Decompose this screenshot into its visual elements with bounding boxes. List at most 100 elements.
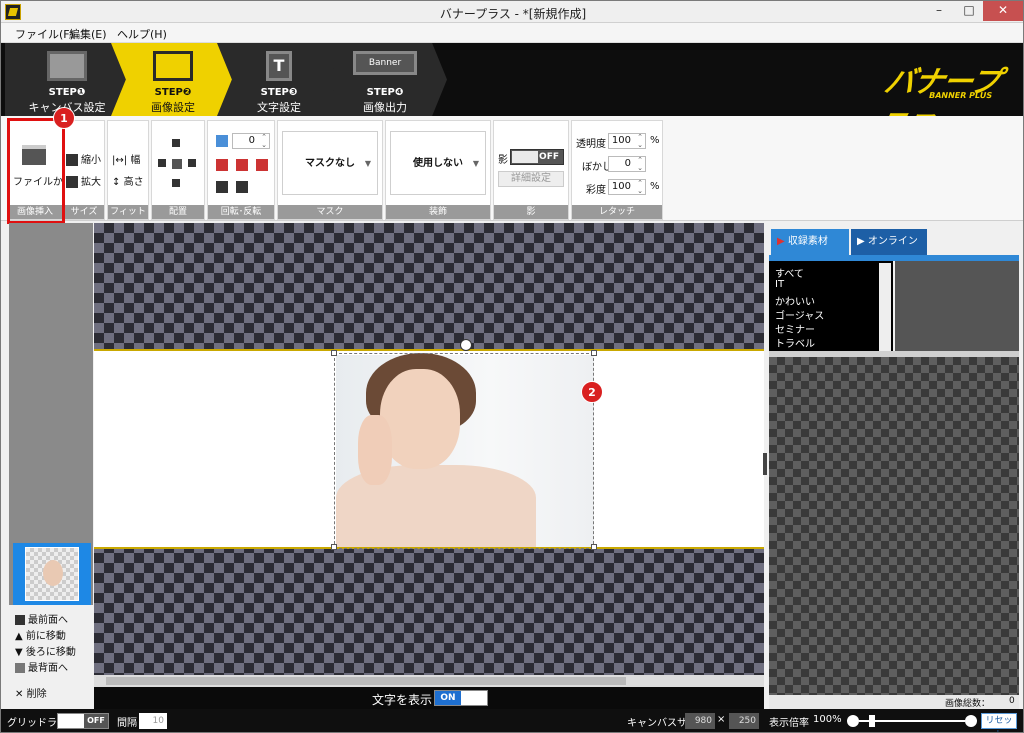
menu-help[interactable]: ヘルプ(H)	[117, 26, 167, 42]
shadow-title: 影	[498, 155, 508, 166]
list-item[interactable]: IT	[775, 279, 784, 290]
layer-thumbnail-selected[interactable]	[13, 543, 91, 605]
canvas-size-times: ×	[717, 714, 726, 725]
panel-splitter-handle[interactable]	[763, 453, 767, 475]
enlarge-button[interactable]: 拡大	[66, 173, 101, 188]
step-label: 画像出力	[363, 101, 407, 114]
flip-horizontal-button[interactable]	[216, 181, 228, 193]
move-backward-button[interactable]: ▼ 後ろに移動	[15, 643, 76, 658]
rotate-icon	[216, 135, 228, 147]
list-item[interactable]: かわいい	[775, 293, 815, 308]
image-count: 画像総数： 0	[769, 695, 1019, 709]
category-list[interactable]: すべて IT かわいい ゴージャス セミナー トラベル	[769, 261, 893, 351]
play-icon: ▶	[857, 236, 865, 247]
grid-line-toggle[interactable]	[57, 713, 109, 729]
zoom-in-icon	[965, 715, 977, 727]
group-decoration: 使用しない ▼ 装飾	[385, 120, 491, 220]
play-icon: ▶	[777, 236, 785, 247]
forward-icon: ▲	[15, 631, 23, 642]
resize-handle[interactable]	[331, 544, 337, 550]
material-panel: ▶ 収録素材 ▶ オンライン すべて IT かわいい ゴージャス セミナー トラ…	[769, 223, 1019, 709]
tab-built-in-materials[interactable]: ▶ 収録素材	[771, 229, 849, 255]
canvas-area[interactable]: 2	[94, 223, 764, 675]
shrink-button[interactable]: 縮小	[66, 151, 101, 166]
group-shadow: 影 OFF 詳細設定 影	[493, 120, 569, 220]
decoration-dropdown[interactable]: 使用しない ▼	[390, 131, 486, 195]
blur-input[interactable]: 0	[608, 156, 646, 172]
status-bar: グリッドライン 間隔 10 キャンバスサイズ 980 × 250 表示倍率 10…	[1, 709, 1023, 732]
delete-button[interactable]: ✕ 削除	[15, 685, 47, 700]
group-label: 配置	[152, 205, 204, 219]
align-left-button[interactable]	[158, 159, 166, 167]
text-icon: T	[266, 51, 292, 81]
align-top-button[interactable]	[172, 139, 180, 147]
zoom-slider[interactable]	[847, 715, 977, 727]
mask-dropdown[interactable]: マスクなし ▼	[282, 131, 378, 195]
material-gallery[interactable]	[769, 357, 1019, 695]
text-display-label: 文字を表示	[372, 693, 433, 707]
maximize-button[interactable]: □	[955, 1, 983, 21]
window-title: バナープラス - *[新規作成]	[439, 7, 587, 21]
fit-width-button[interactable]: |↔| 幅	[112, 151, 140, 166]
align-bottom-button[interactable]	[172, 179, 180, 187]
callout-badge-1: 1	[53, 107, 75, 129]
selection-box	[334, 353, 594, 549]
zoom-label: 表示倍率	[769, 718, 809, 729]
layer-operations: 最前面へ ▲ 前に移動 ▼ 後ろに移動 最背面へ ✕ 削除	[9, 605, 93, 707]
layer-thumbnail	[25, 547, 79, 601]
saturation-input[interactable]: 100	[608, 179, 646, 195]
list-item[interactable]: トラベル	[775, 335, 815, 350]
banner-plus-logo: バナープラス BANNER PLUS	[872, 65, 1003, 144]
opacity-input[interactable]: 100	[608, 133, 646, 149]
rotate-angle-input[interactable]: 0	[232, 133, 270, 149]
group-label: サイズ	[64, 205, 104, 219]
list-item[interactable]: セミナー	[775, 321, 815, 336]
step-4-output[interactable]: Banner STEP❹ 画像出力	[323, 43, 447, 116]
rotate-left-button[interactable]	[216, 159, 228, 171]
group-fit: |↔| 幅 ↕ 高さ フィット	[107, 120, 149, 220]
align-right-button[interactable]	[188, 159, 196, 167]
flip-vertical-button[interactable]	[236, 181, 248, 193]
shrink-icon	[66, 154, 78, 166]
tab-online[interactable]: ▶ オンライン	[851, 229, 927, 255]
category-preview	[895, 261, 1019, 351]
image-count-label: 画像総数：	[945, 699, 991, 709]
fit-height-button[interactable]: ↕ 高さ	[112, 173, 144, 188]
group-size: 縮小 拡大 サイズ	[63, 120, 105, 220]
group-mask: マスクなし ▼ マスク	[277, 120, 383, 220]
resize-handle[interactable]	[591, 544, 597, 550]
canvas-horizontal-scrollbar[interactable]	[94, 675, 764, 687]
list-item[interactable]: すべて	[775, 265, 804, 280]
rotate-right-button[interactable]	[256, 159, 268, 171]
menu-file[interactable]: ファイル(F)	[15, 26, 74, 42]
bring-to-front-button[interactable]: 最前面へ	[15, 611, 68, 626]
group-label: フィット	[108, 205, 148, 219]
resize-handle[interactable]	[331, 350, 337, 356]
text-display-toggle[interactable]	[434, 690, 488, 706]
zoom-reset-button[interactable]: リセット	[981, 713, 1017, 732]
interval-input[interactable]: 10	[139, 713, 167, 729]
rotate-180-button[interactable]	[236, 159, 248, 171]
list-item[interactable]: ゴージャス	[775, 307, 824, 322]
rotate-handle-icon[interactable]	[460, 339, 472, 351]
highlight-box	[7, 118, 65, 224]
canvas-height-value: 250	[729, 713, 759, 729]
resize-handle[interactable]	[591, 350, 597, 356]
send-to-back-button[interactable]: 最背面へ	[15, 659, 68, 674]
group-label: 装飾	[386, 205, 490, 219]
move-forward-button[interactable]: ▲ 前に移動	[15, 627, 66, 642]
menu-edit[interactable]: 編集(E)	[69, 26, 107, 42]
category-scrollbar[interactable]	[879, 263, 891, 351]
minimize-button[interactable]: –	[925, 1, 953, 21]
align-center-button[interactable]	[172, 159, 182, 169]
group-rotate-flip: 0 回転･反転	[207, 120, 275, 220]
banner-icon: Banner	[353, 51, 417, 75]
app-window: バナープラス - *[新規作成] – □ ✕ ファイル(F) 編集(E) ヘルプ…	[0, 0, 1024, 733]
close-button[interactable]: ✕	[983, 1, 1023, 21]
backward-icon: ▼	[15, 647, 23, 658]
banner-canvas[interactable]: 2	[94, 339, 764, 550]
shadow-detail-button[interactable]: 詳細設定	[498, 171, 564, 187]
shadow-toggle[interactable]: OFF	[510, 149, 564, 165]
image-settings-ribbon: ファイルから 画像挿入 縮小 拡大 サイズ |↔| 幅 ↕ 高さ フィット 配置…	[1, 116, 1023, 221]
text-display-bar: 文字を表示	[94, 687, 764, 709]
